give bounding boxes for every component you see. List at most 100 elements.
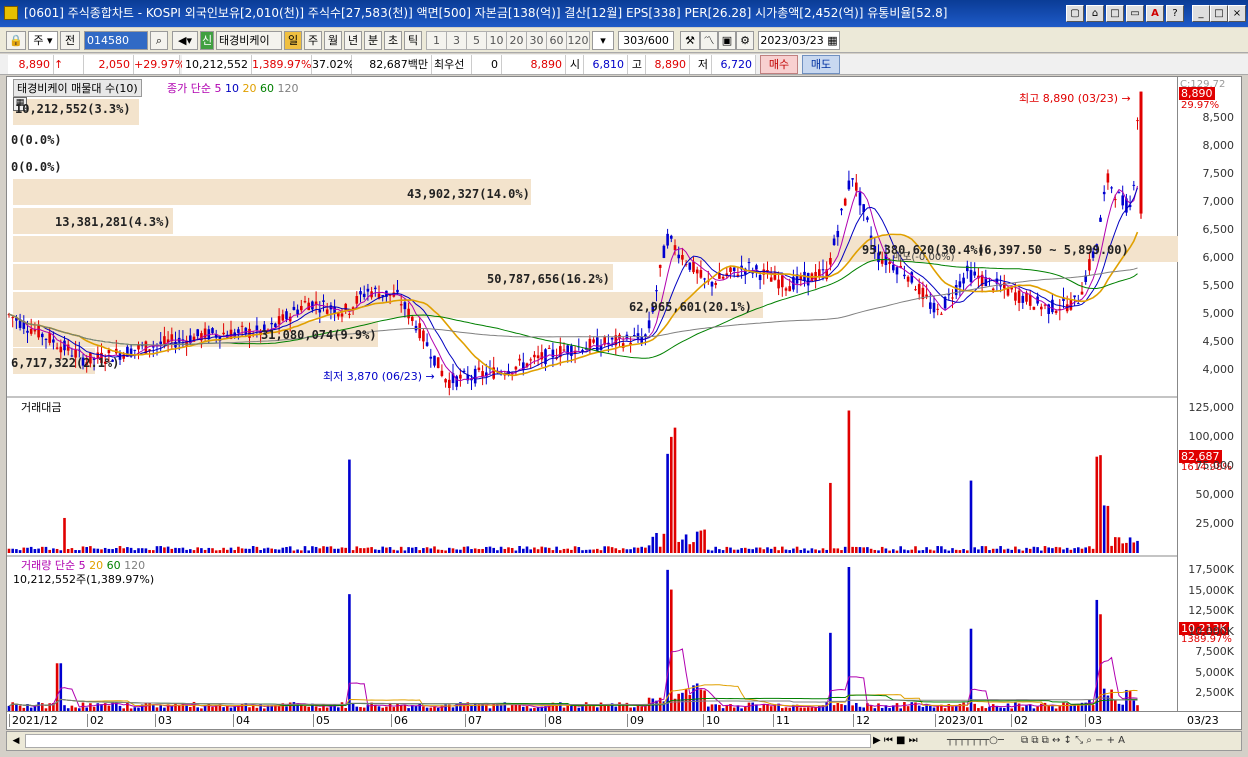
amount-bar: [895, 550, 899, 553]
sell-button[interactable]: 매도: [802, 55, 840, 74]
volume-bar: [832, 705, 836, 711]
period-month[interactable]: 월: [324, 31, 342, 50]
amount-bar: [840, 550, 843, 553]
amount-bar: [555, 546, 558, 553]
amount-bar: [459, 549, 462, 553]
volume-bar: [640, 706, 643, 711]
volume-bar: [451, 707, 455, 711]
candle-body: [806, 272, 810, 286]
price-tick: 5,000: [1202, 307, 1235, 320]
market2-button[interactable]: 전: [60, 31, 80, 50]
volume-bar: [570, 705, 573, 711]
interval-5[interactable]: 5: [466, 31, 487, 50]
code-input[interactable]: 014580: [84, 31, 148, 50]
save-icon[interactable]: ▣: [718, 31, 736, 50]
chart-scrollbar[interactable]: ◀ ▶ ⏮ ■ ⏭ ┬┬┬┬┬┬┬○─ ⧉ ⧉ ⧉ ↔ ↕ ⤡ ⌕ − + A: [6, 731, 1242, 751]
interval-3[interactable]: 3: [446, 31, 467, 50]
interval-120[interactable]: 120: [566, 31, 590, 50]
interval-30[interactable]: 30: [526, 31, 547, 50]
volume-bar: [1010, 708, 1013, 711]
period-week[interactable]: 주: [304, 31, 322, 50]
maximize-button[interactable]: □: [1210, 5, 1228, 22]
date-tick: 09: [627, 714, 644, 727]
amount-bar: [570, 549, 573, 553]
date-input[interactable]: 2023/03/23 ▦: [758, 31, 840, 50]
candle-body: [163, 336, 166, 344]
amount-bar: [932, 550, 936, 553]
amount-bar: [721, 550, 725, 553]
candle-body: [374, 287, 377, 290]
volume-bar: [966, 707, 969, 711]
zoom-slider[interactable]: ┬┬┬┬┬┬┬○─: [947, 734, 1019, 748]
period-second[interactable]: 초: [384, 31, 402, 50]
amount-bar: [610, 547, 614, 553]
chart-icon[interactable]: 〽: [700, 31, 718, 50]
candle-body: [914, 289, 917, 291]
candle-body: [688, 262, 692, 270]
volume-bar: [1058, 706, 1062, 711]
interval-1[interactable]: 1: [426, 31, 447, 50]
tile-icon[interactable]: ▭: [1126, 5, 1144, 22]
candle-body: [422, 330, 425, 342]
amount-bar: [255, 546, 259, 553]
date-axis: 2021/12 02 03 04 05 06 07 08 09 10 11 12 2023/01 02 03…: [6, 712, 1242, 730]
search-icon[interactable]: ⌕: [150, 31, 168, 50]
volume-bar: [633, 707, 636, 711]
chart-canvas[interactable]: [7, 77, 1179, 713]
period-tick[interactable]: 틱: [404, 31, 422, 50]
candle-body: [59, 346, 63, 353]
amount-bar: [425, 547, 429, 553]
buy-button[interactable]: 매수: [760, 55, 798, 74]
home-icon[interactable]: ⌂: [1086, 5, 1104, 22]
amount-bar: [296, 549, 299, 553]
interval-10[interactable]: 10: [486, 31, 507, 50]
restore-icon[interactable]: ▢: [1066, 5, 1084, 22]
volume-bar: [196, 707, 199, 711]
amount-bar: [288, 546, 292, 553]
quote-bar: 8,890 ↑ 2,050 +29.97% 10,212,552 1,389.9…: [0, 54, 1248, 75]
chart-area[interactable]: 태경비케이 매물대 수(10) 종가 단순 5 10 20 60 120 ▦ 1…: [6, 76, 1179, 713]
date-tick: 12: [853, 714, 870, 727]
font-icon[interactable]: A: [1146, 5, 1164, 22]
candle-body: [63, 340, 66, 351]
settings-icon[interactable]: ⚙: [736, 31, 754, 50]
volume-bar: [592, 705, 595, 711]
volume-bar: [344, 707, 347, 711]
period-day[interactable]: 일: [284, 31, 302, 50]
minimize-button[interactable]: _: [1192, 5, 1210, 22]
amount-bar: [481, 548, 484, 553]
candle-body: [37, 324, 40, 338]
candle-body: [866, 217, 869, 220]
candle-body: [755, 265, 758, 270]
speaker-icon[interactable]: ◀▾: [172, 31, 198, 50]
tool-icon[interactable]: ⚒: [680, 31, 700, 50]
interval-20[interactable]: 20: [506, 31, 527, 50]
amount-bar: [129, 547, 133, 553]
count-display[interactable]: 303/600: [618, 31, 674, 50]
playback-controls[interactable]: ▶ ⏮ ■ ⏭: [873, 734, 943, 748]
candle-body: [536, 355, 540, 359]
interval-dropdown[interactable]: ▾: [592, 31, 614, 50]
market-select-value: 주: [33, 34, 44, 47]
scroll-track[interactable]: [25, 734, 871, 748]
amount-bar: [914, 546, 917, 553]
volume-bar: [1121, 704, 1124, 711]
amount-bar: [1125, 542, 1128, 553]
interval-60[interactable]: 60: [546, 31, 567, 50]
amount-bar: [892, 549, 895, 553]
lock-icon[interactable]: 🔒: [6, 31, 26, 50]
amount-bar: [673, 427, 677, 553]
chart-tool-icons[interactable]: ⧉ ⧉ ⧉ ↔ ↕ ⤡ ⌕ − + A: [1021, 734, 1239, 748]
volume-bar: [781, 708, 784, 711]
market-select[interactable]: 주 ▾: [28, 31, 58, 50]
help-icon[interactable]: ?: [1166, 5, 1184, 22]
price-ma-20: 20: [242, 82, 257, 95]
scroll-left-icon[interactable]: ◀: [9, 734, 23, 748]
amount-bar: [1054, 546, 1058, 553]
period-year[interactable]: 년: [344, 31, 362, 50]
window-icon[interactable]: □: [1106, 5, 1124, 22]
candle-body: [1054, 310, 1058, 313]
candle-body: [311, 301, 314, 310]
close-button[interactable]: ×: [1228, 5, 1246, 22]
period-minute[interactable]: 분: [364, 31, 382, 50]
